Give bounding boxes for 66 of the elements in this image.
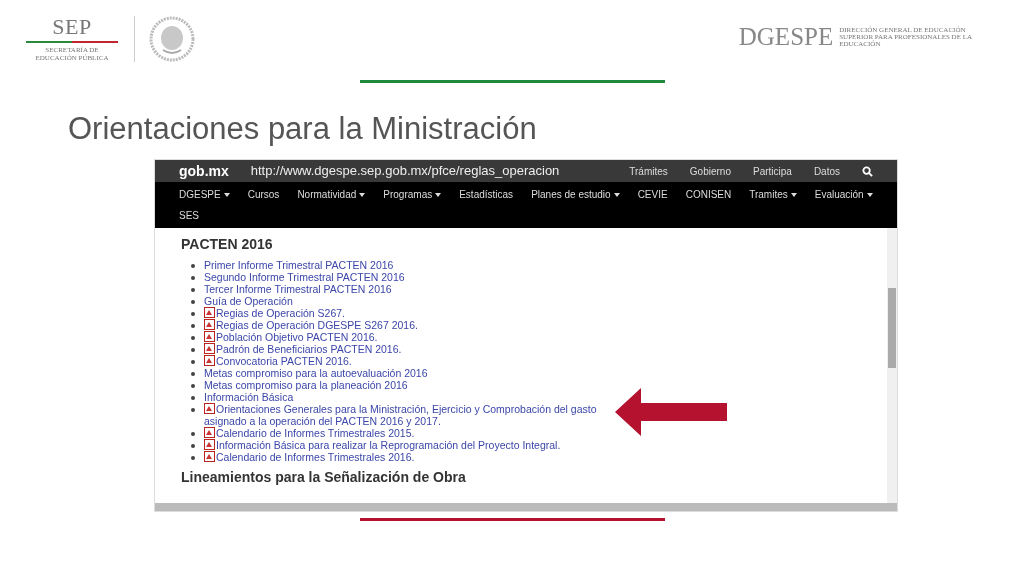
document-link[interactable]: Regias de Operación S267. (204, 307, 345, 319)
bullet-icon (191, 444, 195, 448)
pdf-icon (204, 343, 215, 354)
bullet-icon (191, 408, 195, 412)
bullet-icon (191, 288, 195, 292)
document-link[interactable]: Orientaciones Generales para la Ministración, Ejercicio y Comprobación del gasto asignado a la operación del PACTEN 2016 y 2017. (204, 403, 614, 427)
nav-item[interactable]: DGESPE (179, 184, 230, 205)
slide-title: Orientaciones para la Ministración (68, 111, 538, 147)
bullet-icon (191, 384, 195, 388)
top-link[interactable]: Participa (752, 163, 792, 179)
nav-item[interactable]: Tramites (749, 184, 797, 205)
bullet-icon (191, 264, 195, 268)
bullet-icon (191, 300, 195, 304)
document-link[interactable]: Calendario de Informes Trimestrales 2015. (204, 427, 415, 439)
bullet-icon (191, 360, 195, 364)
bullet-icon (191, 336, 195, 340)
nav-item[interactable]: Evaluación (814, 184, 873, 205)
pdf-icon (204, 427, 215, 438)
pdf-icon (204, 403, 215, 414)
bullet-icon (191, 456, 195, 460)
document-link[interactable]: Metas compromiso para la autoevaluación 2016 (204, 367, 428, 379)
pdf-icon (204, 355, 215, 366)
nav-item[interactable]: Cursos (247, 184, 280, 205)
document-link[interactable]: Calendario de Informes Trimestrales 2016. (204, 451, 415, 463)
pdf-icon (204, 319, 215, 330)
nav-item[interactable]: Normatividad (297, 184, 366, 205)
arrow-icon (615, 388, 727, 436)
bullet-icon (191, 372, 195, 376)
horizontal-scrollbar[interactable] (155, 503, 897, 511)
document-link[interactable]: Padrón de Beneficiarios PACTEN 2016. (204, 343, 402, 355)
brand-logo: gob.mx (179, 161, 229, 181)
nav-item[interactable]: Planes de estudio (531, 184, 620, 205)
emblem-icon (149, 16, 195, 62)
bullet-icon (191, 312, 195, 316)
document-link[interactable]: Regias de Operación DGESPE S267 2016. (204, 319, 418, 331)
document-link[interactable]: Metas compromiso para la planeación 2016 (204, 379, 408, 391)
nav-item[interactable]: SES (179, 205, 199, 226)
url-text: http://www.dgespe.sep.gob.mx/pfce/reglas_operacion (250, 162, 560, 181)
bullet-icon (191, 324, 195, 328)
vertical-scrollbar[interactable] (887, 228, 897, 503)
document-link[interactable]: Población Objetivo PACTEN 2016. (204, 331, 378, 343)
section-heading: PACTEN 2016 (181, 235, 274, 254)
top-link[interactable]: Trámites (629, 163, 668, 179)
nav-item[interactable]: CONISEN (685, 184, 732, 205)
search-icon[interactable] (862, 165, 873, 177)
nav-item[interactable]: Estadísticas (459, 184, 514, 205)
document-link[interactable]: Información Básica para realizar la Reprogramación del Proyecto Integral. (204, 439, 561, 451)
bullet-icon (191, 276, 195, 280)
top-link[interactable]: Datos (813, 163, 840, 179)
bullet-icon (191, 396, 195, 400)
document-link[interactable]: Guía de Operación (204, 295, 293, 307)
nav-item[interactable]: Programas (383, 184, 442, 205)
document-link[interactable]: Primer Informe Trimestral PACTEN 2016 (204, 259, 394, 271)
pdf-icon (204, 307, 215, 318)
section-heading: Lineamientos para la Señalización de Obra (181, 469, 466, 485)
bullet-icon (191, 348, 195, 352)
nav-item[interactable]: CEVIE (637, 184, 668, 205)
document-link[interactable]: Convocatoria PACTEN 2016. (204, 355, 352, 367)
pdf-icon (204, 331, 215, 342)
document-link[interactable]: Segundo Informe Trimestral PACTEN 2016 (204, 271, 405, 283)
pdf-icon (204, 439, 215, 450)
top-link[interactable]: Gobierno (689, 163, 731, 179)
document-link[interactable]: Información Básica (204, 391, 294, 403)
pdf-icon (204, 451, 215, 462)
bullet-icon (191, 432, 195, 436)
document-link[interactable]: Tercer Informe Trimestral PACTEN 2016 (204, 283, 392, 295)
